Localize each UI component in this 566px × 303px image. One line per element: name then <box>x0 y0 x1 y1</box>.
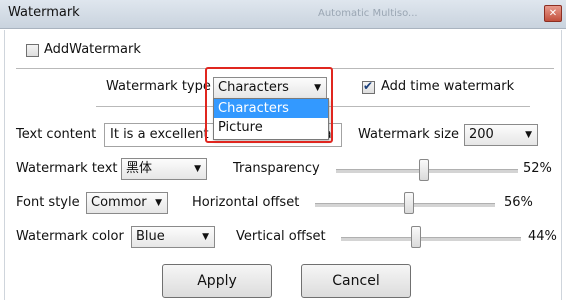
chevron-down-icon: ▼ <box>155 198 162 208</box>
add-time-watermark-label: Add time watermark <box>381 79 515 94</box>
font-style-select[interactable]: Commor ▼ <box>86 192 168 214</box>
add-watermark-label: AddWatermark <box>44 42 141 57</box>
vertical-offset-slider-thumb[interactable] <box>411 226 421 248</box>
watermark-color-label: Watermark color <box>16 229 124 244</box>
transparency-value: 52% <box>523 161 552 176</box>
close-icon: ✕ <box>548 8 558 19</box>
horizontal-offset-label: Horizontal offset <box>192 195 300 210</box>
watermark-size-select[interactable]: 200 ▼ <box>464 124 538 146</box>
font-style-value: Commor <box>91 195 147 210</box>
close-button[interactable]: ✕ <box>544 5 562 22</box>
chevron-down-icon: ▼ <box>202 232 209 242</box>
vertical-offset-slider-track[interactable] <box>341 237 521 241</box>
font-style-label: Font style <box>16 195 80 210</box>
apply-button[interactable]: Apply <box>162 264 272 298</box>
horizontal-offset-slider-thumb[interactable] <box>404 192 414 214</box>
watermark-type-label: Watermark type <box>106 79 211 94</box>
cancel-button[interactable]: Cancel <box>301 264 411 298</box>
window-title: Watermark <box>8 5 80 20</box>
background-window-title: Automatic Multiso... <box>318 8 418 19</box>
chevron-down-icon: ▼ <box>525 130 532 140</box>
watermark-size-value: 200 <box>469 127 494 142</box>
highlight-annotation-box <box>205 67 333 143</box>
transparency-label: Transparency <box>233 161 320 176</box>
watermark-text-value: 黑体 <box>126 161 153 176</box>
watermark-size-label: Watermark size <box>358 127 460 142</box>
watermark-text-label: Watermark text <box>16 161 118 176</box>
add-time-watermark-checkbox[interactable] <box>362 79 375 94</box>
title-bar: Watermark Automatic Multiso... ✕ <box>0 0 566 29</box>
vertical-offset-value: 44% <box>528 229 557 244</box>
watermark-text-select[interactable]: 黑体 ▼ <box>121 158 207 180</box>
horizontal-offset-value: 56% <box>504 195 533 210</box>
watermark-color-select[interactable]: Blue ▼ <box>131 226 215 248</box>
transparency-slider-thumb[interactable] <box>419 159 429 181</box>
text-content-label: Text content <box>16 127 97 142</box>
chevron-down-icon: ▼ <box>194 164 201 174</box>
add-watermark-checkbox[interactable] <box>26 44 39 57</box>
vertical-offset-label: Vertical offset <box>236 229 326 244</box>
watermark-color-value: Blue <box>136 229 165 244</box>
